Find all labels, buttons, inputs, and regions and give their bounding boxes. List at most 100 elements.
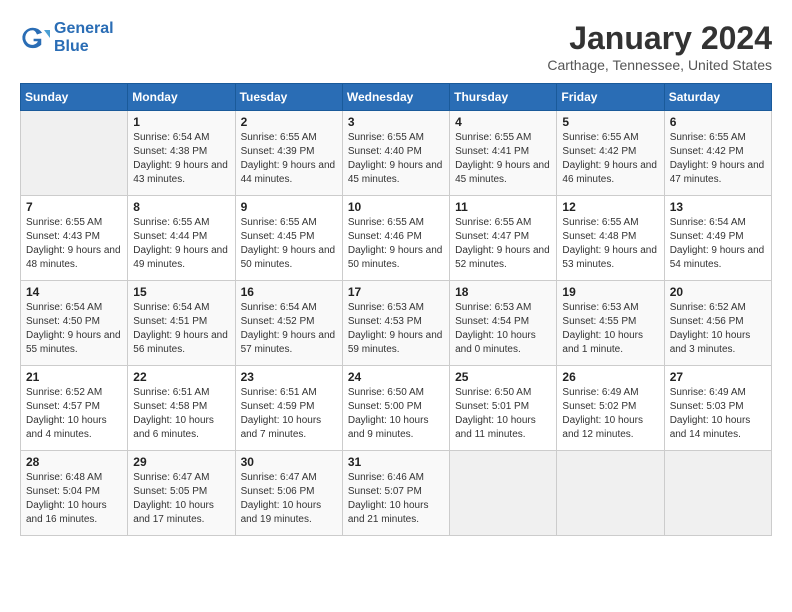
day-number: 30 (241, 455, 337, 469)
weekday-header-sunday: Sunday (21, 84, 128, 111)
logo-icon (20, 26, 50, 50)
day-info: Sunrise: 6:54 AMSunset: 4:38 PMDaylight:… (133, 131, 229, 187)
calendar-cell: 19 Sunrise: 6:53 AMSunset: 4:55 PMDayligh… (557, 281, 664, 366)
month-title: January 2024 (547, 20, 772, 57)
calendar-cell: 20 Sunrise: 6:52 AMSunset: 4:56 PMDayligh… (664, 281, 771, 366)
day-number: 31 (348, 455, 444, 469)
calendar-cell: 3 Sunrise: 6:55 AMSunset: 4:40 PMDaylight… (342, 111, 449, 196)
day-info: Sunrise: 6:53 AMSunset: 4:55 PMDaylight:… (562, 301, 658, 357)
day-number: 8 (133, 200, 229, 214)
day-info: Sunrise: 6:53 AMSunset: 4:53 PMDaylight:… (348, 301, 444, 357)
calendar-cell: 30 Sunrise: 6:47 AMSunset: 5:06 PMDayligh… (235, 451, 342, 536)
day-info: Sunrise: 6:54 AMSunset: 4:49 PMDaylight:… (670, 216, 766, 272)
weekday-header-wednesday: Wednesday (342, 84, 449, 111)
day-number: 6 (670, 115, 766, 129)
day-info: Sunrise: 6:48 AMSunset: 5:04 PMDaylight:… (26, 471, 122, 527)
logo: General Blue (20, 20, 114, 56)
calendar-week-5: 28 Sunrise: 6:48 AMSunset: 5:04 PMDayligh… (21, 451, 772, 536)
day-number: 19 (562, 285, 658, 299)
day-number: 10 (348, 200, 444, 214)
calendar-cell: 1 Sunrise: 6:54 AMSunset: 4:38 PMDaylight… (128, 111, 235, 196)
day-number: 24 (348, 370, 444, 384)
weekday-header-friday: Friday (557, 84, 664, 111)
calendar-cell: 18Sunrise: 6:53 AMSunset: 4:54 PMDayligh… (450, 281, 557, 366)
day-number: 20 (670, 285, 766, 299)
calendar-cell: 21 Sunrise: 6:52 AMSunset: 4:57 PMDayligh… (21, 366, 128, 451)
calendar-week-4: 21 Sunrise: 6:52 AMSunset: 4:57 PMDayligh… (21, 366, 772, 451)
day-info: Sunrise: 6:53 AMSunset: 4:54 PMDaylight:… (455, 301, 551, 357)
weekday-header-saturday: Saturday (664, 84, 771, 111)
day-number: 23 (241, 370, 337, 384)
calendar-cell: 5Sunrise: 6:55 AMSunset: 4:42 PMDaylight… (557, 111, 664, 196)
day-info: Sunrise: 6:54 AMSunset: 4:50 PMDaylight:… (26, 301, 122, 357)
calendar-cell: 24 Sunrise: 6:50 AMSunset: 5:00 PMDayligh… (342, 366, 449, 451)
day-info: Sunrise: 6:52 AMSunset: 4:57 PMDaylight:… (26, 386, 122, 442)
day-number: 25 (455, 370, 551, 384)
day-info: Sunrise: 6:55 AMSunset: 4:46 PMDaylight:… (348, 216, 444, 272)
calendar-week-2: 7Sunrise: 6:55 AMSunset: 4:43 PMDaylight… (21, 196, 772, 281)
day-number: 26 (562, 370, 658, 384)
calendar-cell: 16 Sunrise: 6:54 AMSunset: 4:52 PMDayligh… (235, 281, 342, 366)
calendar-week-3: 14 Sunrise: 6:54 AMSunset: 4:50 PMDayligh… (21, 281, 772, 366)
calendar-cell: 29 Sunrise: 6:47 AMSunset: 5:05 PMDayligh… (128, 451, 235, 536)
day-number: 16 (241, 285, 337, 299)
title-block: January 2024 Carthage, Tennessee, United… (547, 20, 772, 73)
day-number: 4 (455, 115, 551, 129)
calendar-cell: 7Sunrise: 6:55 AMSunset: 4:43 PMDaylight… (21, 196, 128, 281)
day-info: Sunrise: 6:55 AMSunset: 4:48 PMDaylight:… (562, 216, 658, 272)
day-info: Sunrise: 6:55 AMSunset: 4:39 PMDaylight:… (241, 131, 337, 187)
calendar-header: SundayMondayTuesdayWednesdayThursdayFrid… (21, 84, 772, 111)
calendar-cell: 23 Sunrise: 6:51 AMSunset: 4:59 PMDayligh… (235, 366, 342, 451)
day-number: 14 (26, 285, 122, 299)
weekday-header-tuesday: Tuesday (235, 84, 342, 111)
day-number: 28 (26, 455, 122, 469)
calendar-cell: 15 Sunrise: 6:54 AMSunset: 4:51 PMDayligh… (128, 281, 235, 366)
day-info: Sunrise: 6:50 AMSunset: 5:01 PMDaylight:… (455, 386, 551, 442)
weekday-header-thursday: Thursday (450, 84, 557, 111)
calendar-cell: 10 Sunrise: 6:55 AMSunset: 4:46 PMDayligh… (342, 196, 449, 281)
calendar-cell: 9 Sunrise: 6:55 AMSunset: 4:45 PMDaylight… (235, 196, 342, 281)
day-number: 11 (455, 200, 551, 214)
day-number: 7 (26, 200, 122, 214)
day-number: 22 (133, 370, 229, 384)
day-info: Sunrise: 6:47 AMSunset: 5:06 PMDaylight:… (241, 471, 337, 527)
calendar-cell: 11 Sunrise: 6:55 AMSunset: 4:47 PMDayligh… (450, 196, 557, 281)
weekday-header-row: SundayMondayTuesdayWednesdayThursdayFrid… (21, 84, 772, 111)
day-info: Sunrise: 6:46 AMSunset: 5:07 PMDaylight:… (348, 471, 444, 527)
calendar-cell: 17Sunrise: 6:53 AMSunset: 4:53 PMDayligh… (342, 281, 449, 366)
calendar-cell: 6Sunrise: 6:55 AMSunset: 4:42 PMDaylight… (664, 111, 771, 196)
day-info: Sunrise: 6:52 AMSunset: 4:56 PMDaylight:… (670, 301, 766, 357)
calendar-cell: 14 Sunrise: 6:54 AMSunset: 4:50 PMDayligh… (21, 281, 128, 366)
day-info: Sunrise: 6:54 AMSunset: 4:51 PMDaylight:… (133, 301, 229, 357)
day-number: 3 (348, 115, 444, 129)
day-number: 9 (241, 200, 337, 214)
day-info: Sunrise: 6:54 AMSunset: 4:52 PMDaylight:… (241, 301, 337, 357)
day-info: Sunrise: 6:55 AMSunset: 4:44 PMDaylight:… (133, 216, 229, 272)
calendar-cell: 31 Sunrise: 6:46 AMSunset: 5:07 PMDayligh… (342, 451, 449, 536)
day-info: Sunrise: 6:55 AMSunset: 4:45 PMDaylight:… (241, 216, 337, 272)
calendar-cell (664, 451, 771, 536)
day-info: Sunrise: 6:51 AMSunset: 4:58 PMDaylight:… (133, 386, 229, 442)
calendar-table: SundayMondayTuesdayWednesdayThursdayFrid… (20, 83, 772, 536)
calendar-cell: 28 Sunrise: 6:48 AMSunset: 5:04 PMDayligh… (21, 451, 128, 536)
day-info: Sunrise: 6:55 AMSunset: 4:40 PMDaylight:… (348, 131, 444, 187)
calendar-cell (21, 111, 128, 196)
logo-text: General Blue (54, 20, 114, 56)
day-number: 27 (670, 370, 766, 384)
day-info: Sunrise: 6:55 AMSunset: 4:41 PMDaylight:… (455, 131, 551, 187)
calendar-cell: 4 Sunrise: 6:55 AMSunset: 4:41 PMDaylight… (450, 111, 557, 196)
day-number: 21 (26, 370, 122, 384)
day-info: Sunrise: 6:55 AMSunset: 4:47 PMDaylight:… (455, 216, 551, 272)
day-number: 29 (133, 455, 229, 469)
day-number: 1 (133, 115, 229, 129)
calendar-cell: 8 Sunrise: 6:55 AMSunset: 4:44 PMDaylight… (128, 196, 235, 281)
day-info: Sunrise: 6:50 AMSunset: 5:00 PMDaylight:… (348, 386, 444, 442)
calendar-cell: 26Sunrise: 6:49 AMSunset: 5:02 PMDayligh… (557, 366, 664, 451)
calendar-cell: 2Sunrise: 6:55 AMSunset: 4:39 PMDaylight… (235, 111, 342, 196)
calendar-week-1: 1 Sunrise: 6:54 AMSunset: 4:38 PMDaylight… (21, 111, 772, 196)
calendar-cell: 27Sunrise: 6:49 AMSunset: 5:03 PMDayligh… (664, 366, 771, 451)
day-info: Sunrise: 6:47 AMSunset: 5:05 PMDaylight:… (133, 471, 229, 527)
calendar-cell: 13Sunrise: 6:54 AMSunset: 4:49 PMDayligh… (664, 196, 771, 281)
day-info: Sunrise: 6:51 AMSunset: 4:59 PMDaylight:… (241, 386, 337, 442)
day-number: 15 (133, 285, 229, 299)
